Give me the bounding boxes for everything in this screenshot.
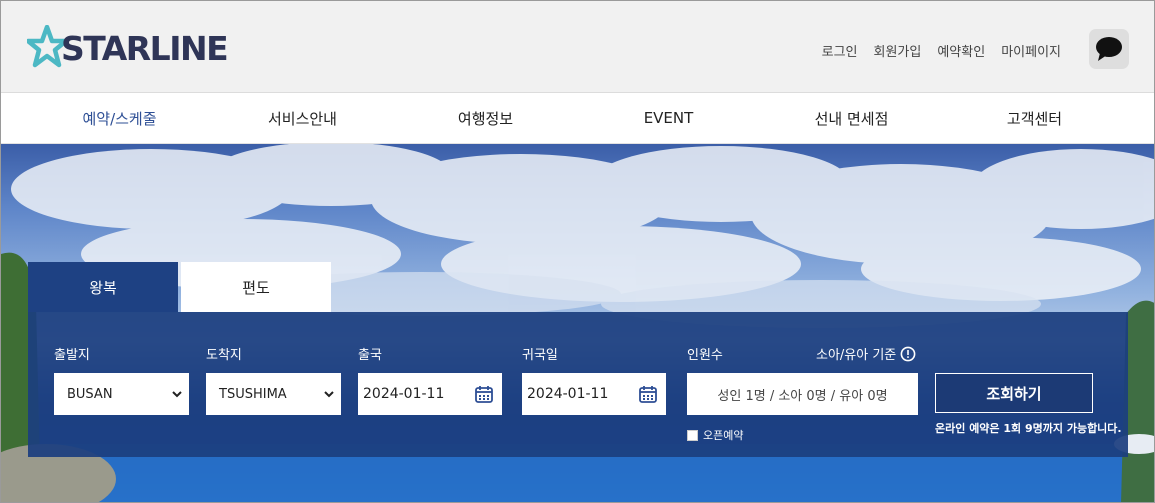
page-frame: STARLINE 로그인 회원가입 예약확인 마이페이지 예약/스케줄 서비스안… [0, 0, 1155, 503]
age-criteria-label: 소아/유아 기준 [816, 348, 897, 363]
checkbox-box[interactable] [687, 429, 698, 441]
site-logo[interactable]: STARLINE [27, 23, 229, 73]
search-button[interactable]: 조회하기 [935, 373, 1093, 413]
top-links: 로그인 회원가입 예약확인 마이페이지 [822, 41, 1061, 60]
arrival-label: 도착지 [206, 348, 242, 363]
departure-value: BUSAN [67, 386, 113, 402]
signup-link[interactable]: 회원가입 [874, 41, 922, 60]
departure-select[interactable]: BUSAN [54, 373, 189, 415]
return-date-value: 2024-01-11 [527, 386, 609, 402]
outbound-date-input[interactable]: 2024-01-11 [358, 373, 502, 415]
chat-bubble-icon [1096, 37, 1122, 61]
calendar-icon[interactable] [638, 384, 658, 404]
mypage-link[interactable]: 마이페이지 [1001, 41, 1061, 60]
nav-item-travel-info[interactable]: 여행정보 [394, 93, 577, 143]
arrival-value: TSUSHIMA [219, 386, 287, 402]
nav-item-service[interactable]: 서비스안내 [211, 93, 394, 143]
top-header: STARLINE 로그인 회원가입 예약확인 마이페이지 [1, 1, 1154, 93]
chat-button[interactable] [1089, 29, 1129, 69]
chevron-down-icon [172, 391, 182, 398]
return-date-label: 귀국일 [522, 348, 558, 363]
outbound-date-value: 2024-01-11 [363, 386, 445, 402]
outbound-date-label: 출국 [358, 348, 382, 363]
passengers-input[interactable]: 성인 1명 / 소아 0명 / 유아 0명 [687, 373, 918, 415]
info-icon [900, 346, 916, 361]
login-link[interactable]: 로그인 [822, 41, 858, 60]
nav-item-reservation[interactable]: 예약/스케줄 [28, 93, 211, 143]
tab-one-way[interactable]: 편도 [181, 262, 331, 312]
return-date-input[interactable]: 2024-01-11 [522, 373, 666, 415]
nav-item-customer-center[interactable]: 고객센터 [943, 93, 1126, 143]
booking-limit-note: 온라인 예약은 1회 9명까지 가능합니다. [935, 422, 1122, 435]
chevron-down-icon [324, 391, 334, 398]
reservation-check-link[interactable]: 예약확인 [937, 41, 985, 60]
tab-round-trip[interactable]: 왕복 [28, 262, 178, 312]
passengers-label: 인원수 [687, 348, 723, 363]
logo-text: STARLINE [61, 28, 229, 68]
passengers-value: 성인 1명 / 소아 0명 / 유아 0명 [717, 388, 888, 404]
arrival-select[interactable]: TSUSHIMA [206, 373, 341, 415]
age-criteria-info[interactable]: 소아/유아 기준 [816, 344, 916, 363]
calendar-icon[interactable] [474, 384, 494, 404]
nav-item-event[interactable]: EVENT [577, 93, 760, 143]
departure-label: 출발지 [54, 348, 90, 363]
open-booking-label: 오픈예약 [703, 429, 744, 442]
main-nav: 예약/스케줄 서비스안내 여행정보 EVENT 선내 면세점 고객센터 [1, 93, 1154, 144]
open-booking-checkbox[interactable]: 오픈예약 [687, 427, 743, 443]
nav-item-duty-free[interactable]: 선내 면세점 [760, 93, 943, 143]
